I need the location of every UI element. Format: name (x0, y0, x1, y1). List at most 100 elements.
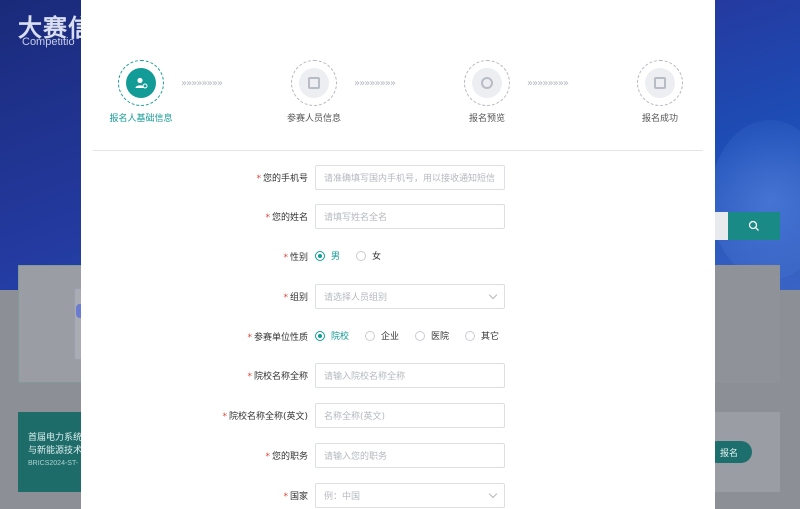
radio-dot (315, 250, 325, 261)
step-label: 报名预览 (468, 114, 505, 124)
divider (93, 150, 703, 151)
gender-label-text: 性别 (289, 253, 308, 263)
org-type-row: * 参赛单位性质 院校 企业 医院 其它 (81, 324, 715, 350)
required-mark: * (256, 174, 261, 184)
step-icon-bg (126, 68, 156, 98)
school-name-input[interactable]: 请输入院校名称全称 (315, 363, 505, 388)
org-type-option-company[interactable]: 企业 (365, 329, 399, 342)
radio-dot (315, 330, 325, 341)
radio-dot (356, 250, 367, 261)
radio-label: 男 (331, 252, 341, 262)
country-label-text: 国家 (289, 492, 308, 502)
step-basic-info[interactable]: 报名人基础信息 (96, 60, 186, 124)
required-mark: * (265, 452, 270, 462)
required-mark: * (283, 293, 288, 303)
required-mark: * (265, 213, 270, 223)
org-type-option-school[interactable]: 院校 (315, 329, 349, 342)
school-name-en-label: * 院校名称全称(英文) (222, 409, 308, 422)
background-card-right (714, 265, 780, 383)
step-arrows: »»»»»»»» (181, 78, 223, 89)
document-icon (308, 77, 320, 89)
step-icon-bg (645, 68, 675, 98)
step-circle (464, 60, 510, 106)
chevron-down-icon (488, 290, 498, 300)
group-row: * 组别 请选择人员组别 (81, 284, 715, 310)
step-progress: 报名人基础信息 »»»»»»»» 参赛人员信息 »»»»»»»» 报名预览 »»… (81, 60, 715, 130)
user-badge-icon (135, 77, 148, 89)
radio-label: 医院 (431, 332, 450, 342)
radio-label: 企业 (381, 332, 400, 342)
phone-label-text: 您的手机号 (262, 174, 308, 184)
required-mark: * (283, 492, 288, 502)
group-label: * 组别 (283, 290, 308, 303)
gender-row: * 性别 男 女 (81, 244, 715, 270)
step-label: 报名成功 (641, 114, 678, 124)
gender-radio-group: 男 女 (315, 249, 397, 262)
step-success[interactable]: 报名成功 (615, 60, 705, 124)
country-label: * 国家 (283, 489, 308, 502)
required-mark: * (222, 412, 227, 422)
step-circle (291, 60, 337, 106)
name-label-text: 您的姓名 (271, 213, 308, 223)
position-label-text: 您的职务 (271, 452, 308, 462)
step-label: 参赛人员信息 (286, 114, 341, 124)
org-type-option-hospital[interactable]: 医院 (415, 329, 449, 342)
school-name-en-label-text: 院校名称全称(英文) (228, 412, 308, 422)
background-search-input[interactable] (714, 212, 728, 240)
background-subtitle: Competitio (22, 36, 75, 48)
step-preview[interactable]: 报名预览 (442, 60, 532, 124)
step-arrows: »»»»»»»» (527, 78, 569, 89)
country-row: * 国家 例：中国 (81, 483, 715, 509)
step-label: 报名人基础信息 (109, 114, 173, 124)
group-select-placeholder: 请选择人员组别 (324, 293, 388, 303)
org-type-label: * 参赛单位性质 (247, 330, 308, 343)
search-icon (748, 220, 759, 231)
registration-modal: 报名人基础信息 »»»»»»»» 参赛人员信息 »»»»»»»» 报名预览 »»… (81, 0, 715, 509)
position-row: * 您的职务 请输入您的职务 (81, 443, 715, 469)
competition-card-line2: 与新能源技术 (28, 446, 83, 456)
org-type-radio-group: 院校 企业 医院 其它 (315, 329, 499, 342)
name-label: * 您的姓名 (265, 210, 308, 223)
school-name-row: * 院校名称全称 请输入院校名称全称 (81, 363, 715, 389)
org-type-option-other[interactable]: 其它 (465, 329, 499, 342)
radio-label: 其它 (481, 332, 500, 342)
preview-icon (481, 77, 493, 89)
competition-card-line1: 首届电力系统 (28, 433, 83, 443)
gender-option-female[interactable]: 女 (356, 249, 381, 262)
position-label: * 您的职务 (265, 449, 308, 462)
radio-dot (465, 330, 476, 341)
radio-label: 女 (372, 252, 382, 262)
school-name-en-row: * 院校名称全称(英文) 名称全称(英文) (81, 403, 715, 429)
phone-input[interactable]: 请准确填写国内手机号，用以接收通知短信 (315, 165, 505, 190)
competition-card-code: BRICS2024-ST- (28, 460, 79, 467)
chevron-down-icon (488, 489, 498, 499)
country-select[interactable]: 例：中国 (315, 483, 505, 508)
required-mark: * (283, 253, 288, 263)
position-input[interactable]: 请输入您的职务 (315, 443, 505, 468)
success-file-icon (654, 77, 666, 89)
background-search-button[interactable] (728, 212, 780, 240)
background-competition-card[interactable]: 首届电力系统 与新能源技术 BRICS2024-ST- (18, 412, 84, 492)
step-participants[interactable]: 参赛人员信息 (269, 60, 359, 124)
step-circle (118, 60, 164, 106)
school-name-label: * 院校名称全称 (247, 369, 308, 382)
phone-label: * 您的手机号 (256, 171, 308, 184)
radio-label: 院校 (331, 332, 350, 342)
required-mark: * (247, 372, 252, 382)
step-icon-bg (299, 68, 329, 98)
name-row: * 您的姓名 请填写姓名全名 (81, 204, 715, 230)
gender-option-male[interactable]: 男 (315, 249, 340, 262)
radio-dot (415, 330, 426, 341)
org-type-label-text: 参赛单位性质 (253, 333, 308, 343)
step-circle (637, 60, 683, 106)
name-input[interactable]: 请填写姓名全名 (315, 204, 505, 229)
radio-dot (365, 330, 376, 341)
required-mark: * (247, 333, 252, 343)
step-arrows: »»»»»»»» (354, 78, 396, 89)
country-select-placeholder: 例：中国 (324, 492, 361, 502)
school-name-en-input[interactable]: 名称全称(英文) (315, 403, 505, 428)
group-select[interactable]: 请选择人员组别 (315, 284, 505, 309)
phone-row: * 您的手机号 请准确填写国内手机号，用以接收通知短信 (81, 165, 715, 191)
group-label-text: 组别 (289, 293, 308, 303)
step-icon-bg (472, 68, 502, 98)
